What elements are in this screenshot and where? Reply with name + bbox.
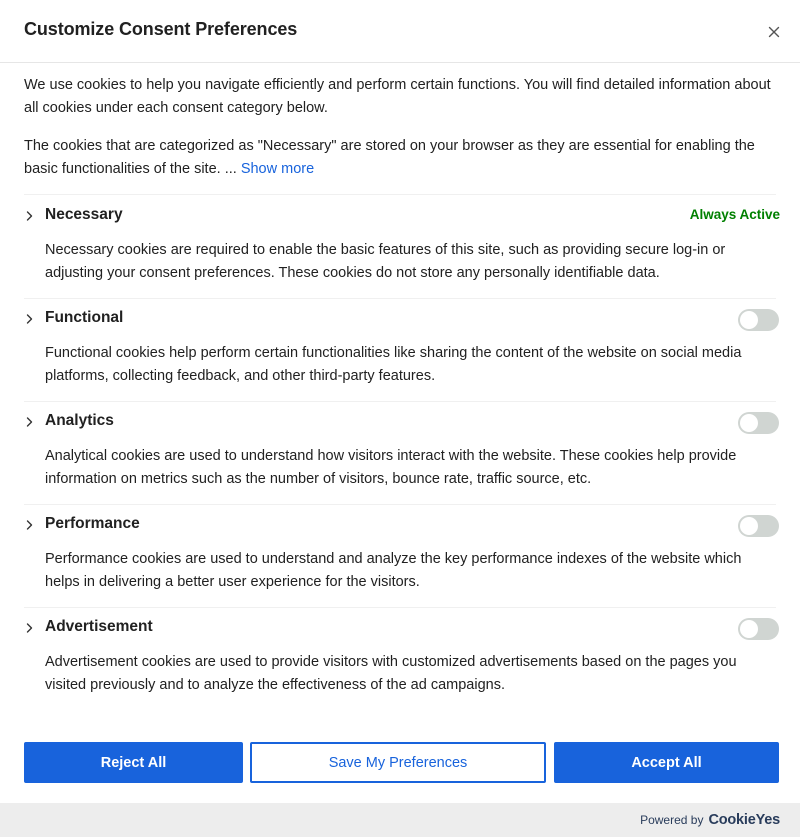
category-title[interactable]: Performance (45, 515, 140, 533)
divider (24, 298, 776, 299)
modal-title: Customize Consent Preferences (24, 19, 298, 39)
category-header[interactable]: Advertisement (24, 617, 780, 641)
category-title[interactable]: Necessary (45, 206, 123, 224)
divider (24, 401, 776, 402)
category-title[interactable]: Analytics (45, 412, 114, 430)
chevron-right-icon[interactable] (24, 415, 36, 429)
toggle-knob (740, 311, 758, 329)
category-header[interactable]: Functional (24, 308, 780, 332)
reject-all-button[interactable]: Reject All (24, 742, 243, 783)
category-title[interactable]: Advertisement (45, 618, 153, 636)
category-analytics: Analytics Analytical cookies are used to… (24, 411, 780, 491)
toggle-knob (740, 517, 758, 535)
toggle-knob (740, 620, 758, 638)
chevron-right-icon[interactable] (24, 209, 36, 223)
modal-footer: Powered by CookieYes (0, 803, 800, 837)
category-title[interactable]: Functional (45, 309, 123, 327)
show-more-link[interactable]: Show more (241, 161, 314, 177)
necessary-note-text: The cookies that are categorized as "Nec… (24, 138, 755, 177)
powered-by-label: Powered by (640, 813, 704, 827)
category-header[interactable]: Performance (24, 514, 780, 538)
divider (24, 504, 776, 505)
performance-toggle[interactable] (738, 515, 779, 537)
category-functional: Functional Functional cookies help perfo… (24, 308, 780, 388)
intro-text: We use cookies to help you navigate effi… (24, 77, 771, 116)
category-header[interactable]: Necessary Always Active (24, 205, 780, 229)
accept-all-button[interactable]: Accept All (554, 742, 779, 783)
save-preferences-button[interactable]: Save My Preferences (250, 742, 546, 783)
category-description: Analytical cookies are used to understan… (45, 448, 737, 487)
consent-preferences-modal: Customize Consent Preferences We use coo… (0, 0, 800, 837)
chevron-right-icon[interactable] (24, 621, 36, 635)
chevron-right-icon[interactable] (24, 518, 36, 532)
divider (24, 607, 776, 608)
powered-by[interactable]: Powered by CookieYes (640, 812, 780, 828)
always-active-badge: Always Active (689, 207, 780, 222)
category-description: Functional cookies help perform certain … (45, 345, 742, 384)
category-performance: Performance Performance cookies are used… (24, 514, 780, 594)
close-icon (768, 26, 780, 38)
functional-toggle[interactable] (738, 309, 779, 331)
category-description: Advertisement cookies are used to provid… (45, 654, 737, 693)
modal-header: Customize Consent Preferences (0, 0, 800, 63)
chevron-right-icon[interactable] (24, 312, 36, 326)
category-description: Necessary cookies are required to enable… (45, 242, 726, 281)
cookieyes-logo: CookieYes (708, 812, 780, 828)
toggle-knob (740, 414, 758, 432)
category-description: Performance cookies are used to understa… (45, 551, 742, 590)
advertisement-toggle[interactable] (738, 618, 779, 640)
analytics-toggle[interactable] (738, 412, 779, 434)
category-necessary: Necessary Always Active Necessary cookie… (24, 205, 780, 285)
category-advertisement: Advertisement Advertisement cookies are … (24, 617, 780, 697)
divider (24, 194, 776, 195)
category-header[interactable]: Analytics (24, 411, 780, 435)
necessary-note: The cookies that are categorized as "Nec… (24, 135, 776, 181)
close-button[interactable] (764, 22, 784, 42)
